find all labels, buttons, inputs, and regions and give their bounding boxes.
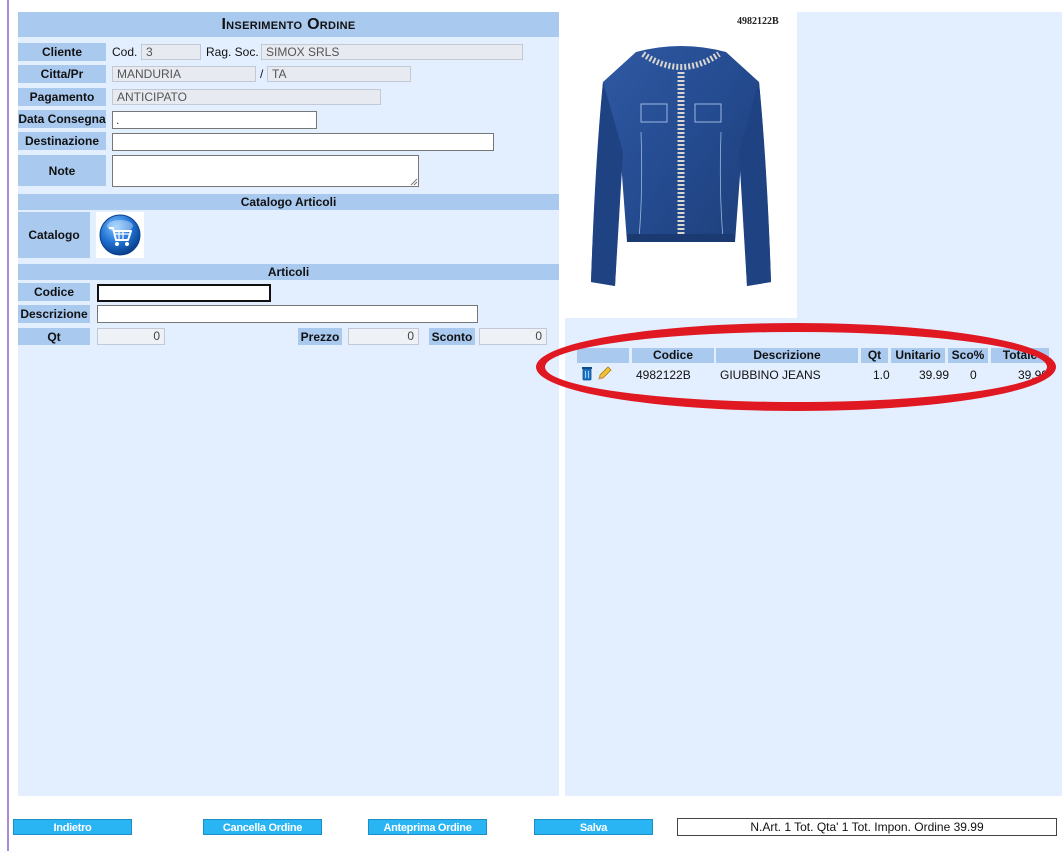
- pagamento-field[interactable]: ANTICIPATO: [112, 89, 381, 105]
- data-consegna-input[interactable]: .: [112, 111, 317, 129]
- shopping-cart-icon: [99, 214, 141, 256]
- order-summary: N.Art. 1 Tot. Qta' 1 Tot. Impon. Ordine …: [677, 818, 1057, 836]
- sconto-label: Sconto: [429, 328, 475, 345]
- codice-label: Codice: [18, 283, 90, 301]
- destinazione-input[interactable]: [112, 133, 494, 151]
- cliente-label: Cliente: [18, 43, 106, 61]
- note-textarea[interactable]: [112, 155, 419, 187]
- catalogo-button[interactable]: [96, 212, 144, 258]
- cod-field[interactable]: 3: [141, 44, 201, 60]
- provincia-field[interactable]: TA: [267, 66, 411, 82]
- codice-input[interactable]: [97, 284, 271, 302]
- catalogo-label: Catalogo: [18, 212, 90, 258]
- cod-label: Cod.: [112, 45, 138, 59]
- window-border: [7, 0, 9, 851]
- cancella-ordine-button[interactable]: Cancella Ordine: [203, 819, 322, 835]
- descrizione-input[interactable]: [97, 305, 478, 323]
- citta-separator: /: [260, 67, 264, 81]
- table-header-unitario: Unitario: [891, 348, 945, 363]
- table-header-descrizione: Descrizione: [716, 348, 858, 363]
- row-descrizione: GIUBBINO JEANS: [720, 368, 821, 382]
- catalogo-section-header: Catalogo Articoli: [18, 194, 559, 210]
- ragsoc-field[interactable]: SIMOX SRLS: [261, 44, 523, 60]
- anteprima-ordine-button[interactable]: Anteprima Ordine: [368, 819, 487, 835]
- data-consegna-label: Data Consegna: [18, 110, 106, 128]
- preview-code: 4982122B: [737, 16, 779, 27]
- destinazione-label: Destinazione: [18, 132, 106, 150]
- articoli-section-header: Articoli: [18, 264, 559, 280]
- product-preview: 4982122B: [565, 12, 797, 318]
- row-codice: 4982122B: [636, 368, 691, 382]
- citta-label: Citta/Pr: [18, 65, 106, 83]
- sconto-input[interactable]: 0: [479, 328, 547, 345]
- table-header-sconto: Sco%: [948, 348, 988, 363]
- table-header-codice: Codice: [632, 348, 714, 363]
- trash-icon[interactable]: [581, 366, 593, 381]
- edit-pencil-icon[interactable]: [597, 366, 613, 381]
- row-totale: 39.99: [1018, 368, 1049, 382]
- table-header-qt: Qt: [861, 348, 888, 363]
- prezzo-label: Prezzo: [298, 328, 342, 345]
- citta-field[interactable]: MANDURIA: [112, 66, 256, 82]
- salva-button[interactable]: Salva: [534, 819, 653, 835]
- row-qt: 1.0: [873, 368, 890, 382]
- row-unitario: 39.99: [919, 368, 950, 382]
- ragsoc-label: Rag. Soc.: [206, 45, 259, 59]
- qt-input[interactable]: 0: [97, 328, 165, 345]
- row-sconto: 0: [970, 368, 977, 382]
- descrizione-label: Descrizione: [18, 305, 90, 323]
- table-header-totale: Totale: [991, 348, 1049, 363]
- resize-grip-icon[interactable]: [410, 178, 418, 186]
- note-label: Note: [18, 155, 106, 186]
- product-image: [591, 46, 771, 286]
- indietro-button[interactable]: Indietro: [13, 819, 132, 835]
- order-detail-panel: 4982122B Codice Descrizione Qt Unitario …: [565, 12, 1062, 796]
- qt-label: Qt: [18, 328, 90, 345]
- prezzo-input[interactable]: 0: [348, 328, 419, 345]
- order-form-panel: Inserimento Ordine Cliente Cod. 3 Rag. S…: [18, 12, 559, 796]
- table-header-actions: [577, 348, 629, 363]
- page-title: Inserimento Ordine: [18, 12, 559, 37]
- pagamento-label: Pagamento: [18, 88, 106, 106]
